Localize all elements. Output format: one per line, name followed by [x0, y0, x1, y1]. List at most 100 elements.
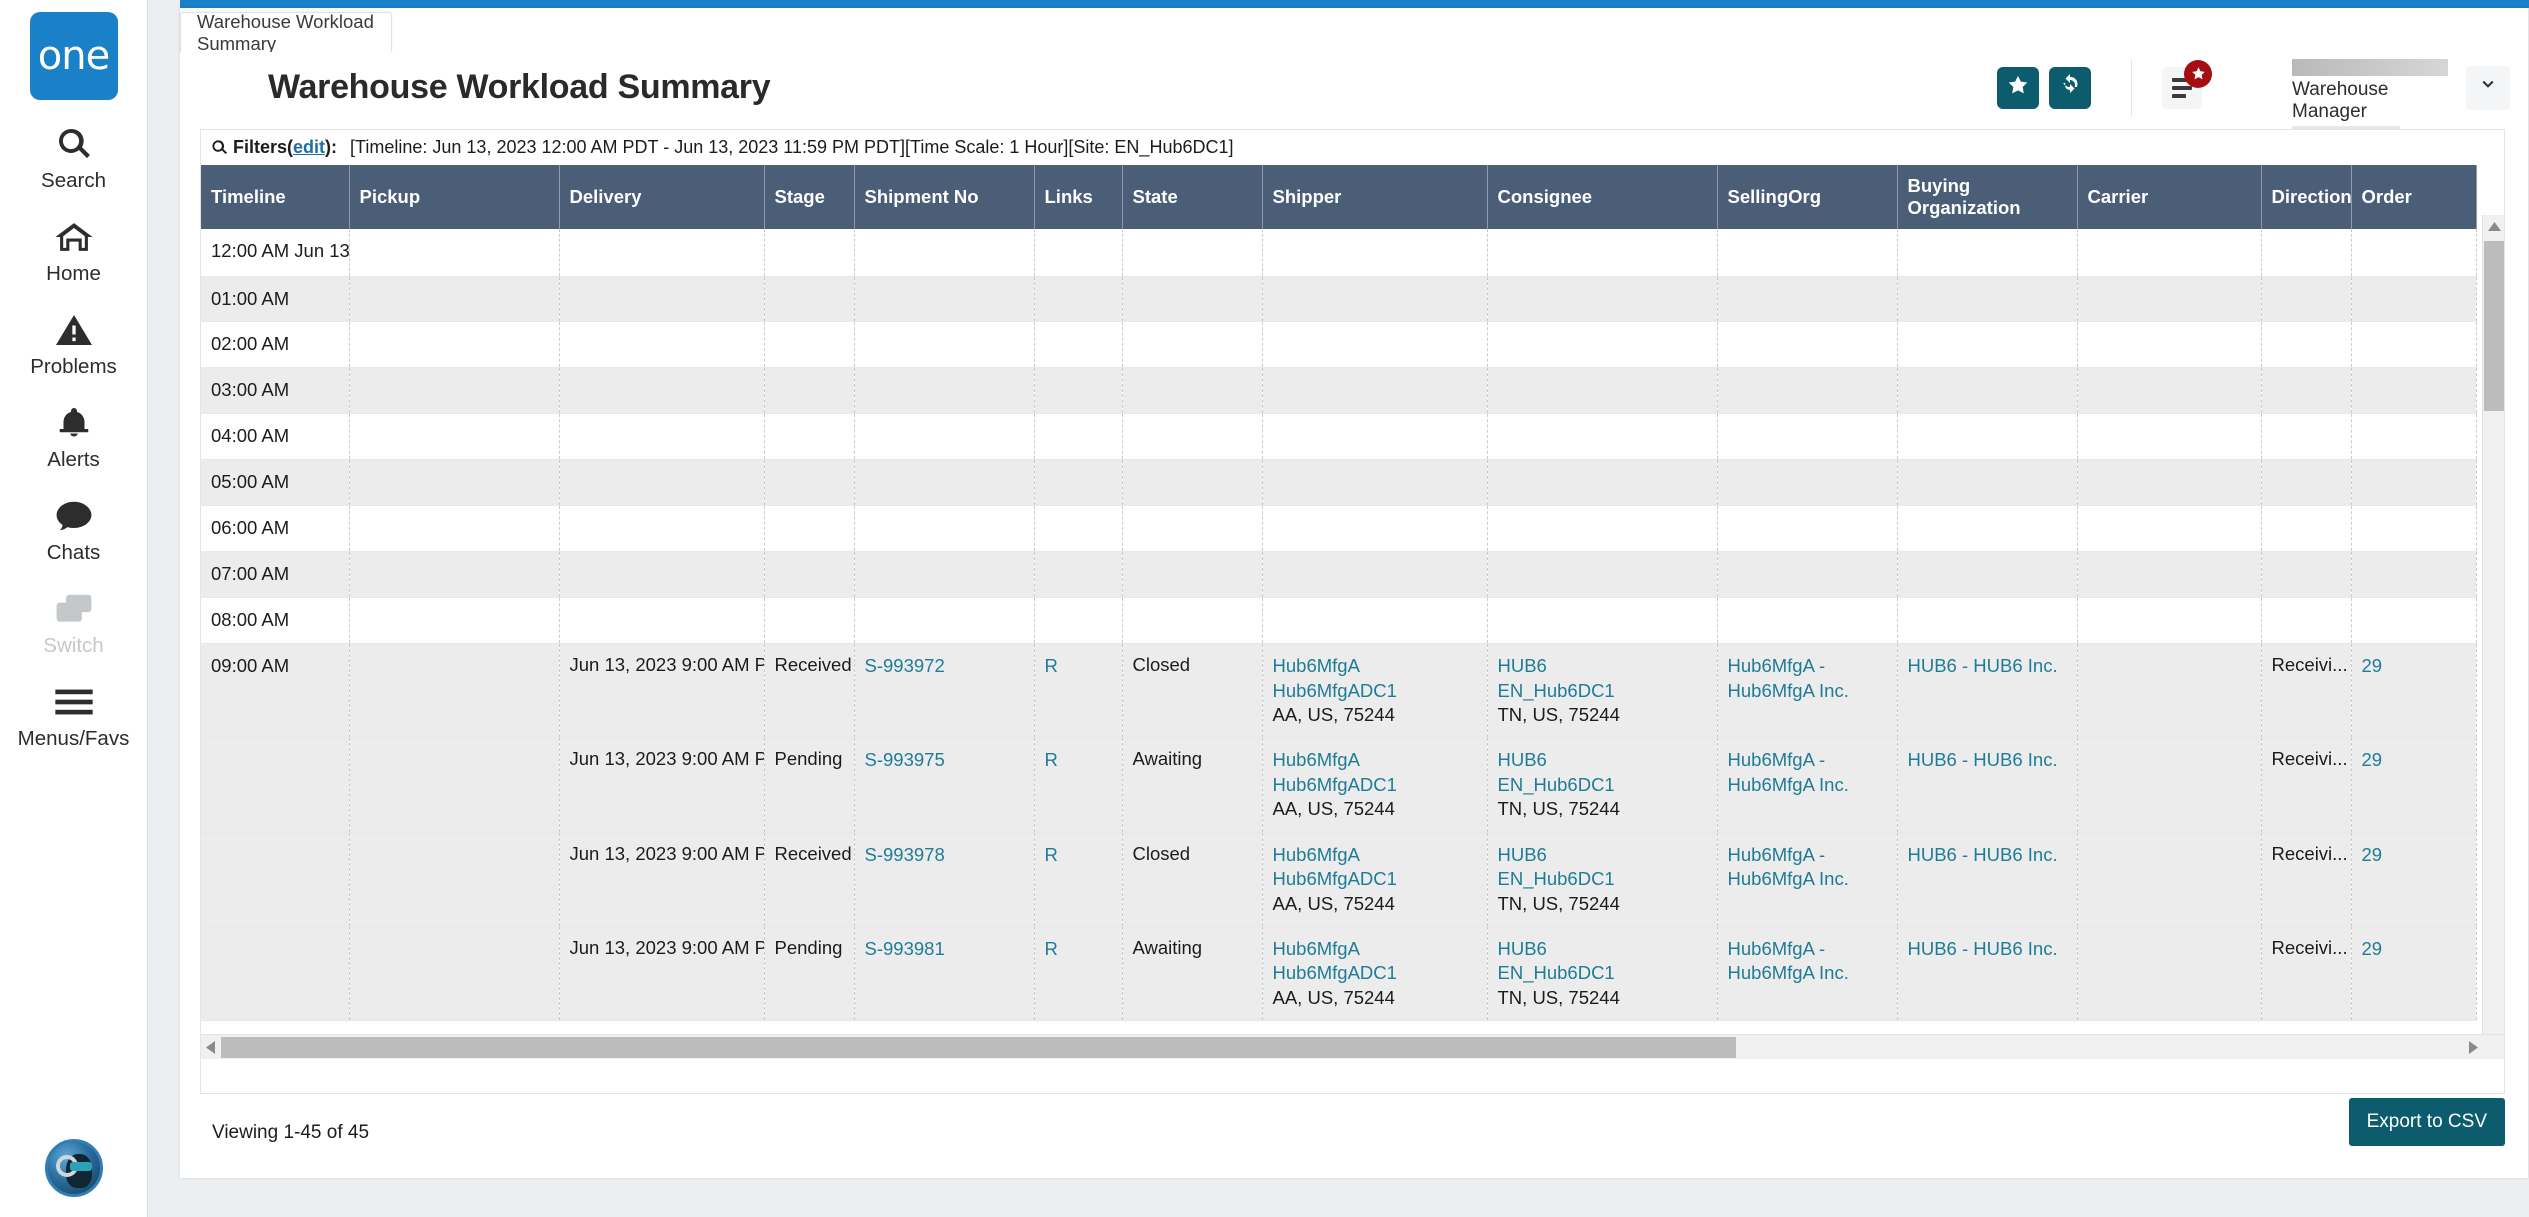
link-line[interactable]: Hub6MfgA Inc.: [1728, 679, 1889, 703]
link-line[interactable]: S-993972: [865, 654, 1026, 678]
horizontal-scrollbar[interactable]: [201, 1034, 2504, 1059]
link-line[interactable]: HUB6 - HUB6 Inc.: [1908, 748, 2069, 772]
table-row[interactable]: Jun 13, 2023 9:00 AM PDTReceived S-993978…: [201, 832, 2477, 927]
filters-edit-link[interactable]: edit: [293, 137, 325, 158]
link-line[interactable]: HUB6 - HUB6 Inc.: [1908, 937, 2069, 961]
column-header-state[interactable]: State: [1122, 165, 1263, 229]
cell-links[interactable]: R: [1034, 737, 1123, 833]
link-line[interactable]: 29: [2362, 654, 2468, 678]
user-block[interactable]: Warehouse Manager: [2292, 57, 2452, 143]
cell-consignee[interactable]: HUB6 EN_Hub6DC1 TN, US, 75244: [1487, 832, 1718, 927]
one-logo[interactable]: one: [29, 12, 118, 100]
cell-order[interactable]: 29: [2351, 737, 2477, 833]
column-header-shipment-no[interactable]: Shipment No: [854, 165, 1035, 229]
link-line[interactable]: Hub6MfgA: [1273, 654, 1479, 678]
cell-sellingorg[interactable]: Hub6MfgA - Hub6MfgA Inc.: [1717, 643, 1898, 739]
cell-sellingorg[interactable]: Hub6MfgA - Hub6MfgA Inc.: [1717, 737, 1898, 833]
column-header-timeline[interactable]: Timeline: [201, 165, 350, 229]
table-row[interactable]: 05:00 AM: [201, 459, 2477, 507]
table-row[interactable]: 03:00 AM: [201, 367, 2477, 415]
link-line[interactable]: HUB6 - HUB6 Inc.: [1908, 654, 2069, 678]
sidebar-item-home[interactable]: Home: [0, 215, 148, 286]
cell-consignee[interactable]: HUB6 EN_Hub6DC1 TN, US, 75244: [1487, 737, 1718, 833]
table-row[interactable]: Jun 13, 2023 9:00 AM PDTPending S-993981 R…: [201, 926, 2477, 1022]
column-header-direction[interactable]: Direction: [2261, 165, 2352, 229]
link-line[interactable]: EN_Hub6DC1: [1498, 773, 1709, 797]
cell-buying-organization[interactable]: HUB6 - HUB6 Inc.: [1897, 643, 2078, 739]
link-line[interactable]: EN_Hub6DC1: [1498, 867, 1709, 891]
cell-sellingorg[interactable]: Hub6MfgA - Hub6MfgA Inc.: [1717, 832, 1898, 927]
sidebar-item-search[interactable]: Search: [0, 122, 148, 193]
link-line[interactable]: S-993981: [865, 937, 1026, 961]
table-row[interactable]: 01:00 AM: [201, 276, 2477, 323]
link-line[interactable]: Hub6MfgA Inc.: [1728, 773, 1889, 797]
link-line[interactable]: Hub6MfgA -: [1728, 748, 1889, 772]
column-header-order[interactable]: Order: [2351, 165, 2477, 229]
cell-consignee[interactable]: HUB6 EN_Hub6DC1 TN, US, 75244: [1487, 926, 1718, 1022]
vertical-scrollbar[interactable]: [2482, 215, 2504, 1059]
avatar[interactable]: [44, 1139, 103, 1197]
link-line[interactable]: 29: [2362, 748, 2468, 772]
link-line[interactable]: HUB6: [1498, 843, 1709, 867]
cell-shipper[interactable]: Hub6MfgA Hub6MfgADC1 AA, US, 75244: [1262, 643, 1488, 739]
link-line[interactable]: Hub6MfgADC1: [1273, 961, 1479, 985]
table-row[interactable]: 04:00 AM: [201, 413, 2477, 461]
column-header-delivery[interactable]: Delivery: [559, 165, 765, 229]
export-to-csv-button[interactable]: Export to CSV: [2348, 1098, 2505, 1146]
favorite-button[interactable]: [1997, 66, 2039, 109]
cell-sellingorg[interactable]: Hub6MfgA - Hub6MfgA Inc.: [1717, 926, 1898, 1022]
scroll-right-arrow-icon[interactable]: [2464, 1035, 2482, 1059]
cell-shipment-no[interactable]: S-993981: [854, 926, 1035, 1022]
cell-shipment-no[interactable]: S-993978: [854, 832, 1035, 927]
refresh-button[interactable]: [2049, 66, 2091, 109]
scroll-left-arrow-icon[interactable]: [201, 1035, 219, 1059]
cell-shipper[interactable]: Hub6MfgA Hub6MfgADC1 AA, US, 75244: [1262, 737, 1488, 833]
link-line[interactable]: Hub6MfgA: [1273, 843, 1479, 867]
table-row[interactable]: 09:00 AM Jun 13, 2023 9:00 AM PDTReceived…: [201, 643, 2477, 739]
sidebar-item-problems[interactable]: Problems: [0, 308, 148, 379]
column-header-stage[interactable]: Stage: [764, 165, 855, 229]
link-line[interactable]: HUB6: [1498, 937, 1709, 961]
link-line[interactable]: S-993975: [865, 748, 1026, 772]
column-header-buying-organization[interactable]: Buying Organization: [1897, 165, 2078, 229]
table-row[interactable]: 08:00 AM: [201, 597, 2477, 645]
link-line[interactable]: EN_Hub6DC1: [1498, 961, 1709, 985]
link-line[interactable]: Hub6MfgADC1: [1273, 679, 1479, 703]
link-line[interactable]: Hub6MfgA -: [1728, 654, 1889, 678]
link-line[interactable]: 29: [2362, 937, 2468, 961]
sidebar-item-menus-favs[interactable]: Menus/Favs: [0, 680, 148, 751]
column-header-sellingorg[interactable]: SellingOrg: [1717, 165, 1898, 229]
cell-shipment-no[interactable]: S-993975: [854, 737, 1035, 833]
cell-order[interactable]: 29: [2351, 926, 2477, 1022]
table-row[interactable]: 07:00 AM: [201, 551, 2477, 599]
scroll-up-arrow-icon[interactable]: [2483, 215, 2504, 237]
link-line[interactable]: Hub6MfgA -: [1728, 843, 1889, 867]
link-line[interactable]: S-993978: [865, 843, 1026, 867]
tab-warehouse-workload-summary[interactable]: Warehouse Workload Summary: [180, 11, 392, 54]
column-header-links[interactable]: Links: [1034, 165, 1123, 229]
horizontal-scroll-thumb[interactable]: [221, 1037, 1736, 1058]
cell-links[interactable]: R: [1034, 926, 1123, 1022]
cell-links[interactable]: R: [1034, 832, 1123, 927]
cell-buying-organization[interactable]: HUB6 - HUB6 Inc.: [1897, 832, 2078, 927]
link-line[interactable]: HUB6 - HUB6 Inc.: [1908, 843, 2069, 867]
link-line[interactable]: R: [1045, 843, 1114, 867]
column-header-consignee[interactable]: Consignee: [1487, 165, 1718, 229]
cell-consignee[interactable]: HUB6 EN_Hub6DC1 TN, US, 75244: [1487, 643, 1718, 739]
link-line[interactable]: Hub6MfgA Inc.: [1728, 867, 1889, 891]
sidebar-item-alerts[interactable]: Alerts: [0, 401, 148, 472]
column-header-shipper[interactable]: Shipper: [1262, 165, 1488, 229]
sidebar-item-chats[interactable]: Chats: [0, 494, 148, 565]
cell-buying-organization[interactable]: HUB6 - HUB6 Inc.: [1897, 737, 2078, 833]
cell-order[interactable]: 29: [2351, 643, 2477, 739]
table-row[interactable]: 12:00 AM Jun 13, 2023: [201, 229, 2477, 277]
link-line[interactable]: Hub6MfgA: [1273, 748, 1479, 772]
link-line[interactable]: Hub6MfgA: [1273, 937, 1479, 961]
link-line[interactable]: HUB6: [1498, 654, 1709, 678]
cell-links[interactable]: R: [1034, 643, 1123, 739]
link-line[interactable]: Hub6MfgADC1: [1273, 773, 1479, 797]
cell-shipper[interactable]: Hub6MfgA Hub6MfgADC1 AA, US, 75244: [1262, 926, 1488, 1022]
link-line[interactable]: R: [1045, 654, 1114, 678]
vertical-scroll-thumb[interactable]: [2484, 241, 2504, 411]
column-header-carrier[interactable]: Carrier: [2077, 165, 2262, 229]
